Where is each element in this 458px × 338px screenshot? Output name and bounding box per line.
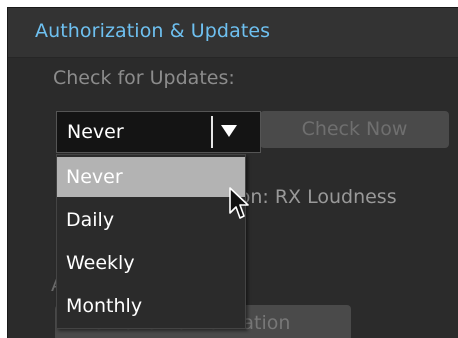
dropdown-option-never[interactable]: Never bbox=[57, 157, 245, 197]
mouse-pointer-icon bbox=[229, 187, 249, 219]
update-frequency-select[interactable]: Never bbox=[56, 111, 261, 153]
chevron-down-icon[interactable] bbox=[221, 125, 237, 137]
check-now-button[interactable]: Check Now bbox=[260, 111, 449, 148]
update-frequency-dropdown: Never Daily Weekly Monthly bbox=[56, 154, 246, 329]
preferences-panel: Authorization & Updates Check for Update… bbox=[7, 7, 458, 338]
dropdown-option-weekly[interactable]: Weekly bbox=[57, 243, 245, 283]
check-for-updates-label: Check for Updates: bbox=[53, 67, 235, 89]
dropdown-option-monthly[interactable]: Monthly bbox=[57, 286, 245, 326]
partial-info-text: tion: RX Loudness bbox=[226, 186, 397, 208]
section-header[interactable]: Authorization & Updates bbox=[8, 8, 458, 58]
select-divider bbox=[211, 116, 213, 148]
dropdown-option-daily[interactable]: Daily bbox=[57, 200, 245, 240]
select-current-value: Never bbox=[67, 121, 124, 143]
section-title: Authorization & Updates bbox=[35, 20, 271, 42]
